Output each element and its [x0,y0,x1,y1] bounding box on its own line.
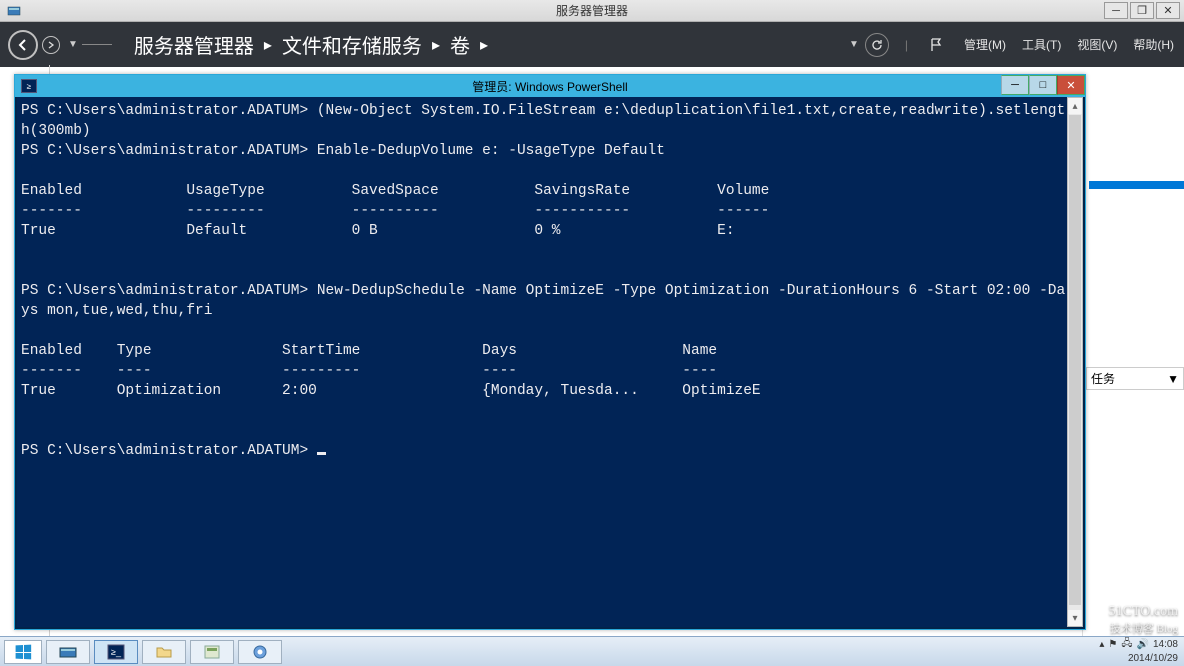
windows-taskbar: ≥_ ▴ ⚑ 🖧 🔊 14:08 2014/10/29 [0,636,1184,666]
right-panel [1082,79,1184,639]
powershell-window: ≥ 管理员: Windows PowerShell ─ □ ✕ PS C:\Us… [14,74,1086,630]
dropdown-arrow-icon[interactable]: ▼ [849,39,859,50]
refresh-button[interactable] [865,33,889,57]
watermark-line1: 51CTO.com [1109,604,1178,620]
menu-help[interactable]: 帮助(H) [1133,36,1174,53]
tasks-dropdown[interactable]: 任务 ▼ [1086,367,1184,390]
menu-view[interactable]: 视图(V) [1077,36,1117,53]
powershell-titlebar[interactable]: ≥ 管理员: Windows PowerShell ─ □ ✕ [15,75,1085,97]
windows-logo-icon [16,644,32,659]
chevron-right-icon: ▸ [432,35,440,55]
taskbar-explorer[interactable] [142,640,186,664]
taskbar-server-manager[interactable] [46,640,90,664]
watermark-line2: 技术博客 Blog [1109,620,1178,636]
powershell-terminal[interactable]: PS C:\Users\administrator.ADATUM> (New-O… [17,97,1067,627]
taskbar-app-1[interactable] [190,640,234,664]
separator [82,44,112,45]
svg-text:≥_: ≥_ [111,647,122,657]
breadcrumb: 服务器管理器 ▸ 文件和存储服务 ▸ 卷 ▸ [134,30,488,59]
server-manager-title: 服务器管理器 [556,2,628,19]
powershell-icon: ≥ [21,79,37,93]
terminal-content: PS C:\Users\administrator.ADATUM> (New-O… [21,103,1065,459]
tray-date: 2014/10/29 [1128,653,1178,664]
separator: | [905,38,908,52]
taskbar-app-2[interactable] [238,640,282,664]
crumb-server-manager[interactable]: 服务器管理器 [134,30,254,59]
watermark: 51CTO.com 技术博客 Blog [1109,604,1178,636]
tray-up-icon[interactable]: ▴ [1099,639,1104,650]
app-bar-right: ▼ | 管理(M) 工具(T) 视图(V) 帮助(H) [849,33,1174,57]
tasks-label: 任务 [1091,370,1115,387]
selected-volume-row[interactable] [1089,181,1184,189]
start-button[interactable] [4,640,42,664]
chevron-down-icon: ▼ [1167,372,1179,386]
ps-close-button[interactable]: ✕ [1057,75,1085,95]
server-manager-icon [6,3,22,19]
menu-tools[interactable]: 工具(T) [1022,36,1061,53]
chevron-right-icon: ▸ [480,35,488,55]
app-bar: ▼ 服务器管理器 ▸ 文件和存储服务 ▸ 卷 ▸ ▼ | 管理(M) 工具(T)… [0,22,1184,67]
forward-button[interactable] [42,36,60,54]
ps-min-button[interactable]: ─ [1001,75,1029,95]
crumb-file-storage[interactable]: 文件和存储服务 [282,30,422,59]
cursor [317,452,326,455]
ps-scrollbar[interactable]: ▴ ▾ [1067,97,1083,627]
crumb-volumes[interactable]: 卷 [450,30,470,59]
chevron-right-icon: ▸ [264,35,272,55]
outer-max-button[interactable]: ❐ [1130,2,1154,19]
tray-flag-icon[interactable]: ⚑ [1108,639,1117,650]
ps-max-button[interactable]: □ [1029,75,1057,95]
tray-time: 14:08 [1153,639,1178,650]
tray-sound-icon[interactable]: 🔊 [1137,639,1149,650]
back-button[interactable] [8,30,38,60]
outer-min-button[interactable]: ─ [1104,2,1128,19]
scroll-down-icon[interactable]: ▾ [1068,610,1082,626]
powershell-title: 管理员: Windows PowerShell [472,78,627,95]
taskbar-powershell[interactable]: ≥_ [94,640,138,664]
menu-manage[interactable]: 管理(M) [964,36,1006,53]
outer-close-button[interactable]: ✕ [1156,2,1180,19]
dropdown-arrow-icon[interactable]: ▼ [68,39,78,50]
server-manager-titlebar: 服务器管理器 ─ ❐ ✕ [0,0,1184,22]
scroll-thumb[interactable] [1069,115,1081,605]
scroll-up-icon[interactable]: ▴ [1068,98,1082,114]
notifications-flag-icon[interactable] [924,33,948,57]
system-tray[interactable]: ▴ ⚑ 🖧 🔊 14:08 2014/10/29 [1099,636,1178,664]
tray-network-icon[interactable]: 🖧 [1121,636,1132,653]
